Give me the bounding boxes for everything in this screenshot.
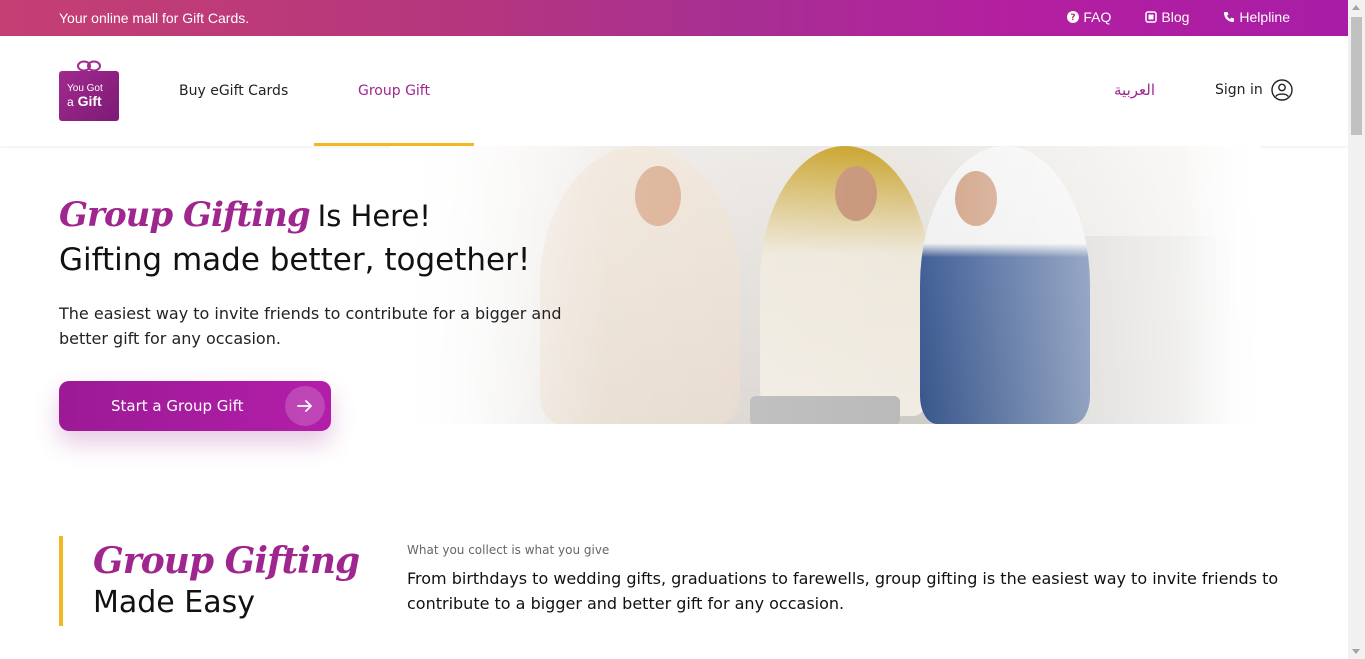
hero-image bbox=[390, 146, 1260, 424]
section-script-title: Group Gifting bbox=[93, 540, 360, 582]
top-banner: Your online mall for Gift Cards. ? FAQ B… bbox=[0, 0, 1348, 36]
site-logo[interactable]: You Got a Gift bbox=[59, 60, 119, 121]
question-circle-icon: ? bbox=[1067, 11, 1080, 23]
phone-icon bbox=[1224, 12, 1235, 22]
user-circle-icon bbox=[1271, 79, 1293, 101]
page-scrollbar[interactable] bbox=[1348, 0, 1365, 659]
blog-link[interactable]: Blog bbox=[1145, 9, 1189, 25]
hero-description: The easiest way to invite friends to con… bbox=[59, 304, 562, 348]
section-title: Made Easy bbox=[93, 585, 256, 620]
nav-buy-egift-cards[interactable]: Buy eGift Cards bbox=[179, 83, 288, 99]
sign-in-button[interactable]: Sign in bbox=[1215, 79, 1293, 101]
blog-icon bbox=[1145, 11, 1158, 23]
hero-fade-right bbox=[1180, 146, 1260, 424]
helpline-label: Helpline bbox=[1239, 9, 1290, 25]
scroll-thumb[interactable] bbox=[1351, 17, 1362, 135]
main-header: You Got a Gift Buy eGift Cards Group Gif… bbox=[0, 36, 1348, 146]
sign-in-label: Sign in bbox=[1215, 82, 1263, 98]
hero-script-title: Group Gifting bbox=[59, 195, 311, 235]
section-text: From birthdays to wedding gifts, graduat… bbox=[407, 569, 1279, 613]
logo-line2-b: Gift bbox=[77, 92, 102, 109]
faq-label: FAQ bbox=[1083, 9, 1112, 25]
cta-label: Start a Group Gift bbox=[111, 397, 244, 415]
start-group-gift-button[interactable]: Start a Group Gift bbox=[59, 381, 331, 431]
blog-label: Blog bbox=[1161, 9, 1190, 25]
hero-title-rest: Is Here! bbox=[317, 199, 431, 233]
hero-title: Group Gifting Is Here! bbox=[59, 195, 431, 235]
language-switch[interactable]: العربية bbox=[1114, 81, 1155, 99]
faq-link[interactable]: ? FAQ bbox=[1067, 9, 1111, 25]
section-accent-bar bbox=[59, 536, 63, 626]
logo-line2-a: a bbox=[67, 94, 74, 109]
svg-text:?: ? bbox=[1071, 13, 1076, 23]
scroll-down-arrow[interactable] bbox=[1352, 649, 1360, 654]
nav-group-gift[interactable]: Group Gift bbox=[358, 83, 430, 99]
hero-fade-overlay bbox=[390, 146, 1260, 424]
top-links: ? FAQ Blog Helpline bbox=[1067, 9, 1290, 25]
section-kicker: What you collect is what you give bbox=[407, 543, 610, 557]
gift-bow-icon bbox=[77, 60, 101, 72]
tagline: Your online mall for Gift Cards. bbox=[59, 10, 250, 26]
helpline-link[interactable]: Helpline bbox=[1223, 9, 1290, 25]
arrow-right-icon bbox=[285, 386, 325, 426]
logo-line2: a Gift bbox=[67, 92, 119, 110]
scroll-up-arrow[interactable] bbox=[1352, 5, 1360, 10]
hero-subtitle: Gifting made better, together! bbox=[59, 242, 531, 278]
